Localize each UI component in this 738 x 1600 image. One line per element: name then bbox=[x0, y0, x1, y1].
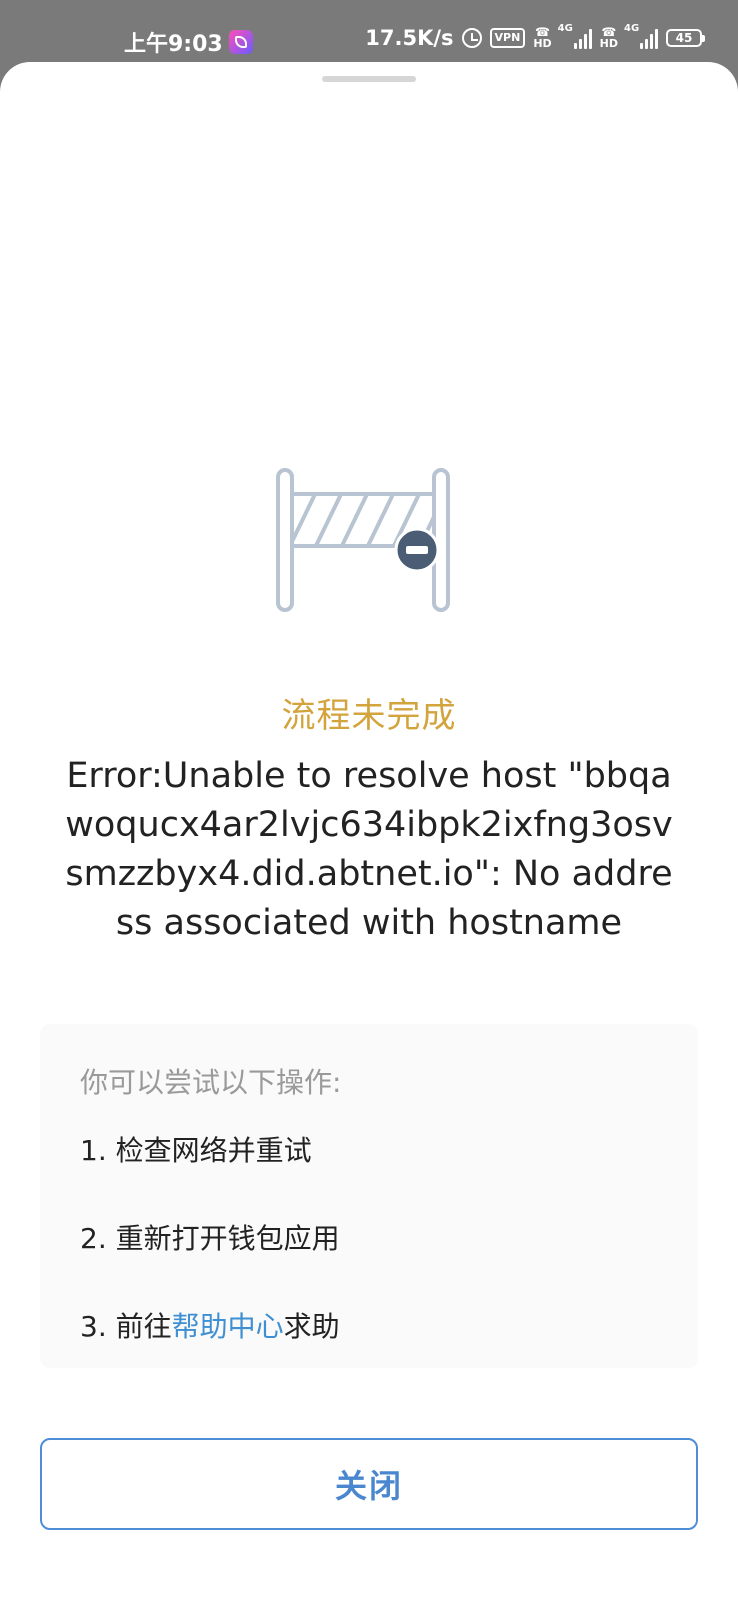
tip-item-2: 2. 重新打开钱包应用 bbox=[80, 1222, 340, 1255]
barrier-gate-icon bbox=[276, 468, 450, 612]
hd-call-icon: ☎ HD bbox=[533, 25, 552, 50]
tip-item-1: 1. 检查网络并重试 bbox=[80, 1134, 312, 1167]
tips-heading: 你可以尝试以下操作: bbox=[80, 1066, 342, 1099]
close-button[interactable]: 关闭 bbox=[40, 1438, 698, 1530]
status-title: 流程未完成 bbox=[281, 696, 457, 736]
tip-item-3-prefix: 3. 前往 bbox=[80, 1310, 172, 1343]
bottom-sheet: 流程未完成 Error:Unable to resolve host "bbqa… bbox=[0, 62, 738, 1600]
minus-circle-icon bbox=[394, 527, 440, 573]
drag-handle[interactable] bbox=[322, 76, 416, 82]
status-indicators: 17.5K/s VPN ☎ HD 4G ☎ HD 4G 45 bbox=[365, 23, 705, 50]
help-center-link[interactable]: 帮助中心 bbox=[172, 1310, 284, 1343]
alarm-icon bbox=[461, 28, 482, 48]
status-time-group: 上午9:03 bbox=[124, 26, 253, 58]
hd-label-2: HD bbox=[599, 37, 618, 50]
battery-icon: 45 bbox=[666, 29, 705, 47]
hd-call-icon-2: ☎ HD bbox=[599, 25, 618, 50]
tip-item-3-suffix: 求助 bbox=[283, 1310, 340, 1343]
status-bar: 上午9:03 17.5K/s VPN ☎ HD 4G ☎ HD 4G 45 bbox=[0, 0, 738, 62]
vpn-icon: VPN bbox=[489, 28, 526, 48]
network-type: 4G bbox=[557, 23, 573, 34]
network-speed: 17.5K/s bbox=[365, 26, 454, 50]
network-type-2: 4G bbox=[624, 23, 640, 34]
hd-label: HD bbox=[533, 37, 552, 50]
signal-strength-icon: 4G bbox=[558, 23, 592, 49]
tip-item-3: 3. 前往帮助中心求助 bbox=[80, 1308, 658, 1346]
tips-card: 你可以尝试以下操作: 1. 检查网络并重试 2. 重新打开钱包应用 3. 前往帮… bbox=[40, 1024, 698, 1368]
error-message: Error:Unable to resolve host "bbqawoqucx… bbox=[65, 756, 673, 943]
status-time: 上午9:03 bbox=[124, 32, 223, 57]
app-notification-icon bbox=[228, 30, 253, 54]
signal-strength-icon-2: 4G bbox=[624, 23, 658, 49]
